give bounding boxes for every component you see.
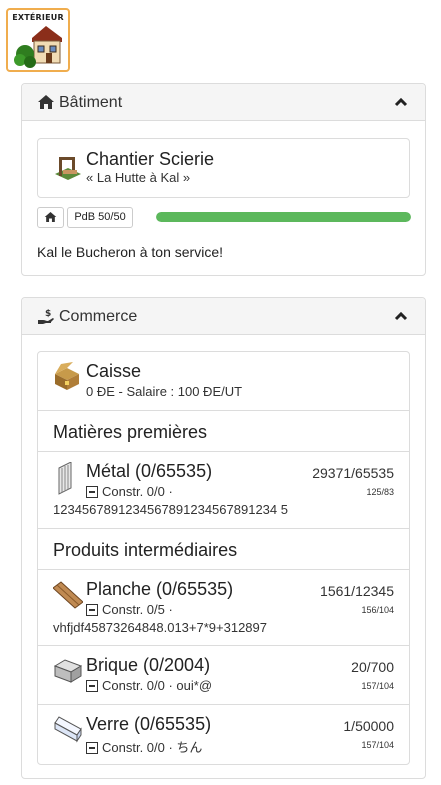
caisse-title: Caisse bbox=[86, 361, 142, 381]
item-quantity-small: 157/104 bbox=[361, 681, 394, 691]
greeting-text: Kal le Bucheron à ton service! bbox=[37, 244, 223, 260]
collapse-icon[interactable] bbox=[86, 604, 98, 616]
list-item[interactable]: Métal (0/65535) Constr. 0/0 · 1234567891… bbox=[38, 452, 409, 529]
item-name: Verre (0/65535) bbox=[86, 714, 212, 734]
building-card: Chantier Scierie « La Hutte à Kal » bbox=[37, 138, 410, 198]
item-extra: vhfjdf45873264848.013+7*9+312897 bbox=[53, 620, 267, 635]
item-quantity: 1561/12345 bbox=[320, 583, 394, 599]
list-item[interactable]: Planche (0/65535) Constr. 0/5 · vhfjdf45… bbox=[38, 570, 409, 646]
svg-text:$: $ bbox=[45, 309, 51, 319]
item-name: Métal (0/65535) bbox=[86, 461, 213, 481]
collapse-icon[interactable] bbox=[86, 680, 98, 692]
building-subtitle: « La Hutte à Kal » bbox=[86, 170, 191, 185]
batiment-panel: Bâtiment Chantier Scierie « La Hutte à K… bbox=[21, 83, 426, 276]
batiment-panel-title: Bâtiment bbox=[59, 94, 123, 111]
item-name: Brique (0/2004) bbox=[86, 655, 211, 675]
chest-icon bbox=[55, 362, 79, 390]
pdb-progress-bar bbox=[156, 212, 411, 222]
home-icon bbox=[38, 95, 54, 109]
house-exterior-icon bbox=[14, 26, 62, 68]
section-heading-intermediate-text: Produits intermédiaires bbox=[53, 540, 238, 560]
commerce-panel: $ Commerce Caisse 0 ÐE - Salaire : 100 Ð… bbox=[21, 297, 426, 779]
home-button[interactable] bbox=[37, 207, 64, 228]
section-heading-raw-text: Matières premières bbox=[53, 422, 208, 442]
item-quantity: 1/50000 bbox=[343, 718, 394, 734]
collapse-icon[interactable] bbox=[86, 742, 98, 754]
item-extra: 1234567891234567891234567891234 5 bbox=[53, 502, 288, 517]
pdb-button[interactable]: PdB 50/50 bbox=[67, 207, 133, 228]
item-quantity-small: 156/104 bbox=[361, 605, 394, 615]
exterior-button[interactable]: EXTÉRIEUR bbox=[6, 8, 70, 72]
item-constr-text: Constr. 0/0 · oui*@ bbox=[102, 678, 213, 693]
item-quantity: 29371/65535 bbox=[312, 465, 394, 481]
item-constr: Constr. 0/0 · oui*@ bbox=[86, 678, 212, 693]
pdb-progress-fill bbox=[156, 212, 411, 222]
hand-coin-icon: $ bbox=[38, 309, 54, 324]
list-item[interactable]: Brique (0/2004) Constr. 0/0 · oui*@ 20/7… bbox=[38, 646, 409, 705]
item-constr-text: Constr. 0/0 · ちん bbox=[102, 740, 203, 755]
item-name: Planche (0/65535) bbox=[86, 579, 234, 599]
exterior-label: EXTÉRIEUR bbox=[12, 13, 64, 22]
caisse-subtitle: 0 ÐE - Salaire : 100 ÐE/UT bbox=[86, 384, 243, 399]
batiment-panel-header[interactable]: Bâtiment bbox=[22, 84, 425, 121]
glass-icon bbox=[54, 716, 82, 743]
list-item[interactable]: Verre (0/65535) Constr. 0/0 · ちん 1/50000… bbox=[38, 705, 409, 764]
item-quantity-small: 157/104 bbox=[361, 740, 394, 750]
section-heading-raw: Matières premières bbox=[38, 411, 409, 452]
caisse-row: Caisse 0 ÐE - Salaire : 100 ÐE/UT bbox=[38, 352, 409, 411]
item-constr: Constr. 0/0 · bbox=[86, 484, 173, 499]
chevron-up-icon[interactable] bbox=[394, 311, 408, 321]
collapse-icon[interactable] bbox=[86, 486, 98, 498]
commerce-panel-title: Commerce bbox=[59, 308, 138, 325]
home-icon bbox=[44, 211, 57, 223]
item-constr-text: Constr. 0/0 · bbox=[102, 484, 173, 499]
section-heading-intermediate: Produits intermédiaires bbox=[38, 529, 409, 570]
metal-icon bbox=[58, 462, 72, 495]
item-constr: Constr. 0/0 · ちん bbox=[86, 737, 202, 756]
commerce-panel-header[interactable]: $ Commerce bbox=[22, 298, 425, 335]
chevron-up-icon[interactable] bbox=[394, 97, 408, 107]
sawmill-icon bbox=[55, 157, 81, 180]
commerce-list: Caisse 0 ÐE - Salaire : 100 ÐE/UT Matièr… bbox=[37, 351, 410, 765]
brick-icon bbox=[53, 659, 83, 683]
item-quantity: 20/700 bbox=[351, 659, 394, 675]
item-constr-text: Constr. 0/5 · bbox=[102, 602, 173, 617]
item-constr: Constr. 0/5 · bbox=[86, 602, 173, 617]
plank-icon bbox=[53, 581, 83, 609]
item-quantity-small: 125/83 bbox=[366, 487, 394, 497]
building-title: Chantier Scierie bbox=[86, 149, 215, 169]
